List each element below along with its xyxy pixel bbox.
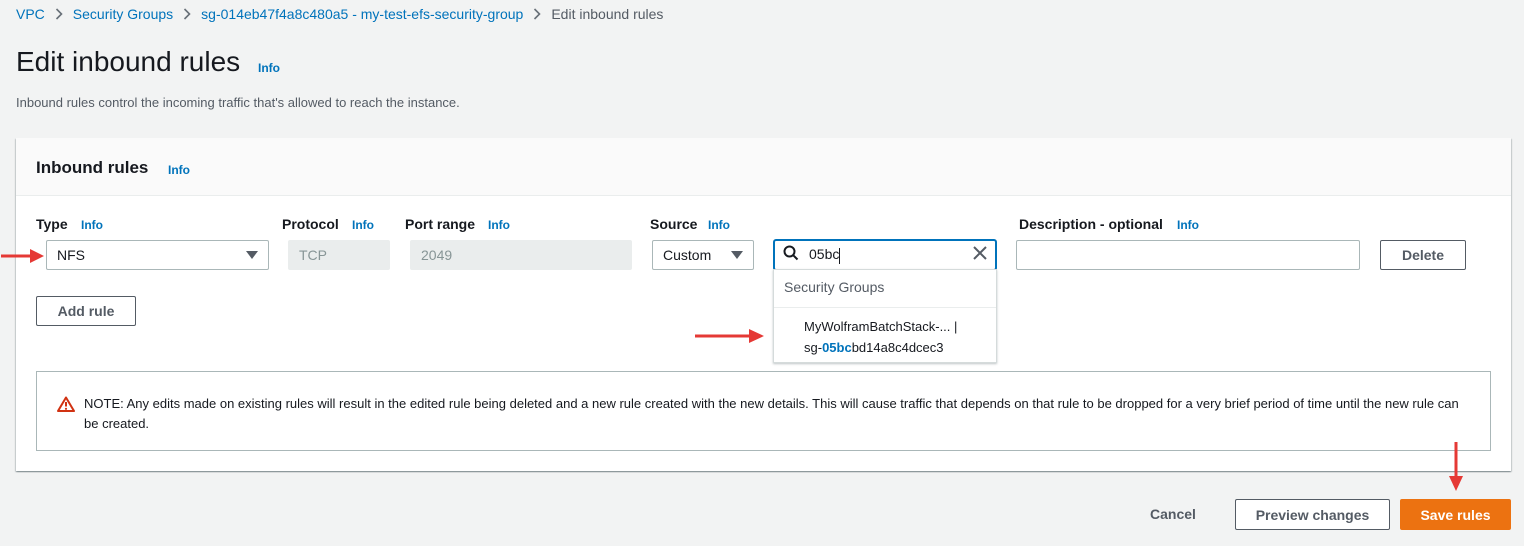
type-label: Type <box>36 216 68 232</box>
delete-button[interactable]: Delete <box>1380 240 1466 270</box>
port-range-field: 2049 <box>410 240 632 270</box>
chevron-right-icon <box>173 8 201 20</box>
option-name: MyWolframBatchStack-... | <box>804 319 958 334</box>
protocol-label: Protocol <box>282 216 339 232</box>
note-alert: NOTE: Any edits made on existing rules w… <box>36 371 1491 451</box>
search-icon <box>783 245 799 266</box>
breadcrumb: VPC Security Groups sg-014eb47f4a8c480a5… <box>16 5 663 23</box>
page-info-link[interactable]: Info <box>258 61 280 75</box>
type-select[interactable]: NFS <box>46 240 269 270</box>
source-info-link[interactable]: Info <box>708 218 730 232</box>
page-title: Edit inbound rules <box>16 46 241 77</box>
source-search-value: 05bc <box>809 246 840 263</box>
save-rules-button[interactable]: Save rules <box>1400 499 1511 530</box>
security-group-option[interactable]: MyWolframBatchStack-... | sg-05bcbd14a8c… <box>774 308 996 360</box>
chevron-right-icon <box>45 8 73 20</box>
chevron-right-icon <box>523 8 551 20</box>
breadcrumb-security-groups[interactable]: Security Groups <box>73 6 173 22</box>
protocol-value: TCP <box>299 247 327 263</box>
caret-down-icon <box>731 251 743 259</box>
description-label: Description - optional <box>1019 216 1163 232</box>
annotation-arrow-icon <box>695 329 764 343</box>
cancel-button[interactable]: Cancel <box>1150 506 1196 522</box>
port-range-info-link[interactable]: Info <box>488 218 510 232</box>
note-text: NOTE: Any edits made on existing rules w… <box>84 396 1459 431</box>
panel-info-link[interactable]: Info <box>168 163 190 177</box>
breadcrumb-security-group[interactable]: sg-014eb47f4a8c480a5 - my-test-efs-secur… <box>201 6 523 22</box>
dropdown-group-label: Security Groups <box>784 279 885 295</box>
preview-changes-button[interactable]: Preview changes <box>1235 499 1390 530</box>
description-input[interactable] <box>1016 240 1360 270</box>
breadcrumb-vpc[interactable]: VPC <box>16 6 45 22</box>
caret-down-icon <box>246 251 258 259</box>
protocol-info-link[interactable]: Info <box>352 218 374 232</box>
source-search-input[interactable]: 05bc <box>774 240 996 270</box>
add-rule-button[interactable]: Add rule <box>36 296 136 326</box>
panel-header <box>16 138 1511 196</box>
source-type-select[interactable]: Custom <box>652 240 754 270</box>
warning-icon <box>57 396 75 417</box>
breadcrumb-current: Edit inbound rules <box>551 6 664 22</box>
protocol-field: TCP <box>288 240 390 270</box>
close-icon[interactable] <box>973 245 987 265</box>
type-select-value: NFS <box>57 247 85 263</box>
panel-title: Inbound rules <box>36 158 149 177</box>
description-info-link[interactable]: Info <box>1177 218 1199 232</box>
source-dropdown: Security Groups MyWolframBatchStack-... … <box>773 269 997 363</box>
option-id: sg-05bcbd14a8c4dcec3 <box>804 340 944 355</box>
source-label: Source <box>650 216 698 232</box>
type-info-link[interactable]: Info <box>81 218 103 232</box>
annotation-arrow-icon <box>1 249 44 263</box>
port-range-label: Port range <box>405 216 476 232</box>
annotation-arrow-icon <box>1449 442 1463 491</box>
page-description: Inbound rules control the incoming traff… <box>16 95 460 110</box>
port-range-value: 2049 <box>421 247 453 263</box>
inbound-rules-panel: Inbound rules Info Type Info Protocol In… <box>16 138 1511 471</box>
source-type-value: Custom <box>663 247 712 263</box>
